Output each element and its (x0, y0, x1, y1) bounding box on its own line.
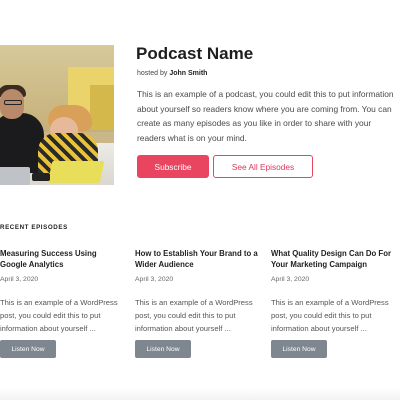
host-name[interactable]: John Smith (169, 70, 207, 77)
episode-date: April 3, 2020 (271, 276, 310, 283)
episode-title[interactable]: What Quality Design Can Do For Your Mark… (271, 248, 396, 270)
podcast-title: Podcast Name (136, 44, 254, 63)
episode-title[interactable]: How to Establish Your Brand to a Wider A… (135, 248, 260, 270)
listen-now-button[interactable]: Listen Now (135, 340, 191, 358)
subscribe-button[interactable]: Subscribe (137, 155, 209, 178)
episode-date: April 3, 2020 (0, 276, 39, 283)
episode-card: What Quality Design Can Do For Your Mark… (271, 248, 396, 358)
episode-title[interactable]: Measuring Success Using Google Analytics (0, 248, 125, 270)
page-bottom-fade (0, 388, 400, 400)
hosted-by-line: hosted by John Smith (137, 70, 207, 77)
listen-now-button[interactable]: Listen Now (271, 340, 327, 358)
episode-card: How to Establish Your Brand to a Wider A… (135, 248, 260, 358)
episode-excerpt: This is an example of a WordPress post, … (135, 298, 253, 333)
see-all-episodes-button[interactable]: See All Episodes (213, 155, 313, 178)
listen-now-button[interactable]: Listen Now (0, 340, 56, 358)
podcast-description: This is an example of a podcast, you cou… (137, 89, 394, 143)
episode-card: Measuring Success Using Google Analytics… (0, 248, 125, 358)
podcast-cover-image (0, 45, 114, 185)
episode-excerpt: This is an example of a WordPress post, … (271, 298, 389, 333)
episode-excerpt: This is an example of a WordPress post, … (0, 298, 118, 333)
hosted-by-prefix: hosted by (137, 70, 168, 77)
recent-episodes-heading: RECENT EPISODES (0, 224, 68, 231)
episode-date: April 3, 2020 (135, 276, 174, 283)
